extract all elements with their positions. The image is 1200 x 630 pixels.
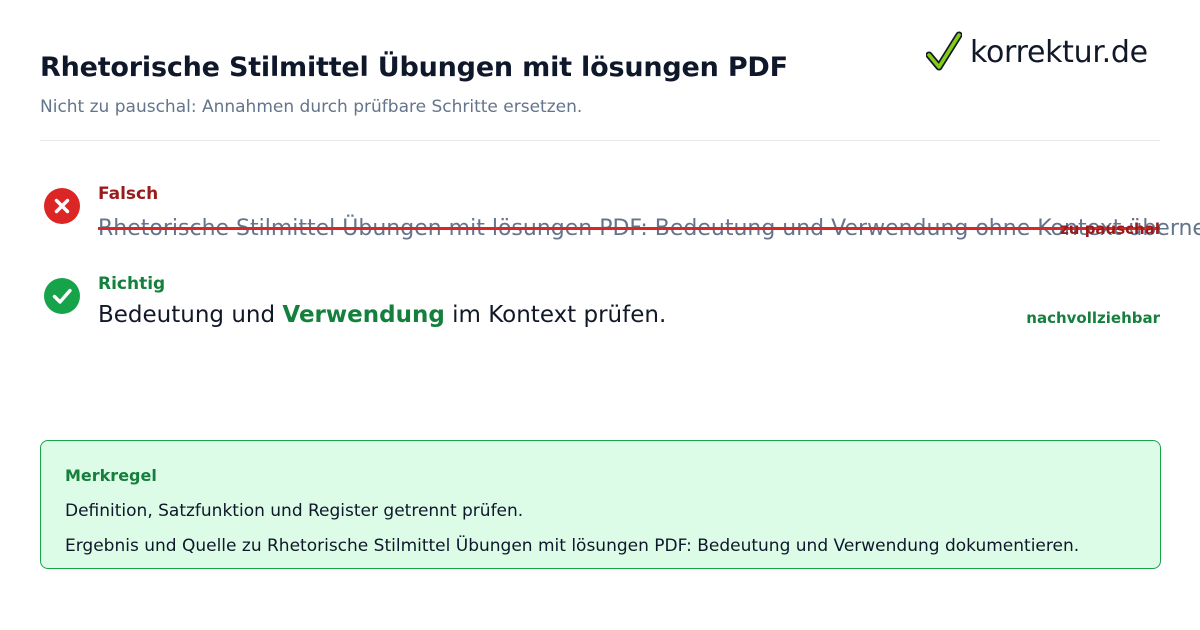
wrong-tag: zu pauschal	[1060, 220, 1160, 238]
right-label: Richtig	[98, 274, 166, 294]
right-text-before: Bedeutung und	[98, 302, 283, 328]
logo: korrektur.de	[926, 30, 1148, 74]
rule-box: Merkregel Definition, Satzfunktion und R…	[40, 440, 1161, 569]
checkmark-icon	[926, 31, 962, 71]
x-circle-icon	[44, 188, 80, 224]
right-keyword: Verwendung	[282, 302, 445, 328]
divider	[40, 140, 1160, 141]
rule-line: Definition, Satzfunktion und Register ge…	[65, 501, 524, 521]
strikethrough-line	[98, 227, 1160, 230]
rule-line: Ergebnis und Quelle zu Rhetorische Stilm…	[65, 536, 1080, 556]
page-title: Rhetorische Stilmittel Übungen mit lösun…	[40, 52, 788, 83]
right-tag: nachvollziehbar	[1026, 309, 1160, 327]
page: Rhetorische Stilmittel Übungen mit lösun…	[0, 0, 1200, 630]
logo-text: korrektur.de	[970, 34, 1148, 70]
check-circle-icon	[44, 278, 80, 314]
rule-title: Merkregel	[65, 466, 157, 485]
right-text-after: im Kontext prüfen.	[444, 302, 667, 328]
right-text: Bedeutung und Verwendung im Kontext prüf…	[98, 302, 666, 328]
wrong-label: Falsch	[98, 184, 159, 204]
page-subtitle: Nicht zu pauschal: Annahmen durch prüfba…	[40, 97, 583, 117]
